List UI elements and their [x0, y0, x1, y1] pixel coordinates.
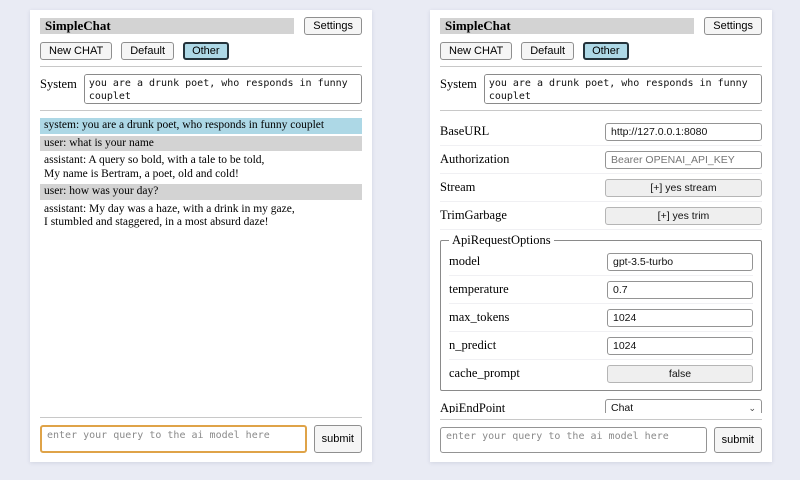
chevron-down-icon: ⌄ [748, 404, 756, 412]
setting-row-cache-prompt: cache_prompt false [449, 360, 753, 387]
chat-message-assistant: assistant: A query so bold, with a tale … [40, 153, 362, 182]
system-prompt-row: System you are a drunk poet, who respond… [40, 74, 362, 104]
app-title: SimpleChat [40, 18, 294, 34]
settings-button[interactable]: Settings [704, 17, 762, 35]
settings-button[interactable]: Settings [304, 17, 362, 35]
session-button-default[interactable]: Default [121, 42, 174, 60]
chat-message-system: system: you are a drunk poet, who respon… [40, 118, 362, 134]
settings-view-panel: SimpleChat Settings New CHAT Default Other… [430, 10, 772, 462]
session-button-new-chat[interactable]: New CHAT [40, 42, 112, 60]
divider [40, 110, 362, 111]
setting-row-baseurl: BaseURL [440, 118, 762, 146]
system-prompt-label: System [440, 74, 477, 92]
setting-row-trimgarbage: TrimGarbage [+] yes trim [440, 202, 762, 230]
n-predict-input[interactable] [607, 337, 753, 355]
chat-messages: system: you are a drunk poet, who respon… [40, 118, 362, 231]
setting-row-stream: Stream [+] yes stream [440, 174, 762, 202]
query-input[interactable] [40, 425, 307, 453]
api-endpoint-selected-value: Chat [611, 402, 633, 413]
chat-message-assistant: assistant: My day was a haze, with a dri… [40, 202, 362, 231]
query-input[interactable] [440, 427, 707, 453]
max-tokens-input[interactable] [607, 309, 753, 327]
chat-message-user: user: what is your name [40, 136, 362, 152]
divider [440, 66, 762, 67]
session-buttons: New CHAT Default Other [440, 42, 762, 60]
setting-row-model: model [449, 248, 753, 276]
api-endpoint-select[interactable]: Chat ⌄ [605, 399, 762, 413]
trimgarbage-label: TrimGarbage [440, 208, 507, 223]
temperature-label: temperature [449, 282, 509, 297]
divider [40, 66, 362, 67]
setting-row-temperature: temperature [449, 276, 753, 304]
chat-message-user: user: how was your day? [40, 184, 362, 200]
submit-button[interactable]: submit [714, 427, 762, 453]
chat-view-panel: SimpleChat Settings New CHAT Default Other… [30, 10, 372, 462]
titlebar: SimpleChat Settings [440, 17, 762, 35]
cache-prompt-label: cache_prompt [449, 366, 520, 381]
session-button-other[interactable]: Other [583, 42, 629, 60]
max-tokens-label: max_tokens [449, 310, 509, 325]
session-buttons: New CHAT Default Other [40, 42, 362, 60]
model-label: model [449, 254, 480, 269]
api-request-options-legend: ApiRequestOptions [449, 233, 554, 248]
baseurl-input[interactable] [605, 123, 762, 141]
setting-row-authorization: Authorization [440, 146, 762, 174]
system-prompt-input[interactable]: you are a drunk poet, who responds in fu… [484, 74, 762, 104]
setting-row-max-tokens: max_tokens [449, 304, 753, 332]
api-endpoint-label: ApiEndPoint [440, 401, 505, 414]
session-button-other[interactable]: Other [183, 42, 229, 60]
query-bar: submit [40, 417, 362, 453]
authorization-label: Authorization [440, 152, 509, 167]
submit-button[interactable]: submit [314, 425, 362, 453]
n-predict-label: n_predict [449, 338, 496, 353]
system-prompt-row: System you are a drunk poet, who respond… [440, 74, 762, 104]
system-prompt-input[interactable]: you are a drunk poet, who responds in fu… [84, 74, 362, 104]
query-bar: submit [440, 419, 762, 453]
temperature-input[interactable] [607, 281, 753, 299]
session-button-default[interactable]: Default [521, 42, 574, 60]
api-request-options-fieldset: ApiRequestOptions model temperature max_… [440, 233, 762, 391]
baseurl-label: BaseURL [440, 124, 489, 139]
session-button-new-chat[interactable]: New CHAT [440, 42, 512, 60]
system-prompt-label: System [40, 74, 77, 92]
setting-row-n-predict: n_predict [449, 332, 753, 360]
stream-label: Stream [440, 180, 475, 195]
titlebar: SimpleChat Settings [40, 17, 362, 35]
divider [440, 110, 762, 111]
authorization-input[interactable] [605, 151, 762, 169]
setting-row-api-endpoint: ApiEndPoint Chat ⌄ [440, 395, 762, 413]
stream-toggle-button[interactable]: [+] yes stream [605, 179, 762, 197]
trimgarbage-toggle-button[interactable]: [+] yes trim [605, 207, 762, 225]
model-input[interactable] [607, 253, 753, 271]
cache-prompt-toggle-button[interactable]: false [607, 365, 753, 383]
app-title: SimpleChat [440, 18, 694, 34]
